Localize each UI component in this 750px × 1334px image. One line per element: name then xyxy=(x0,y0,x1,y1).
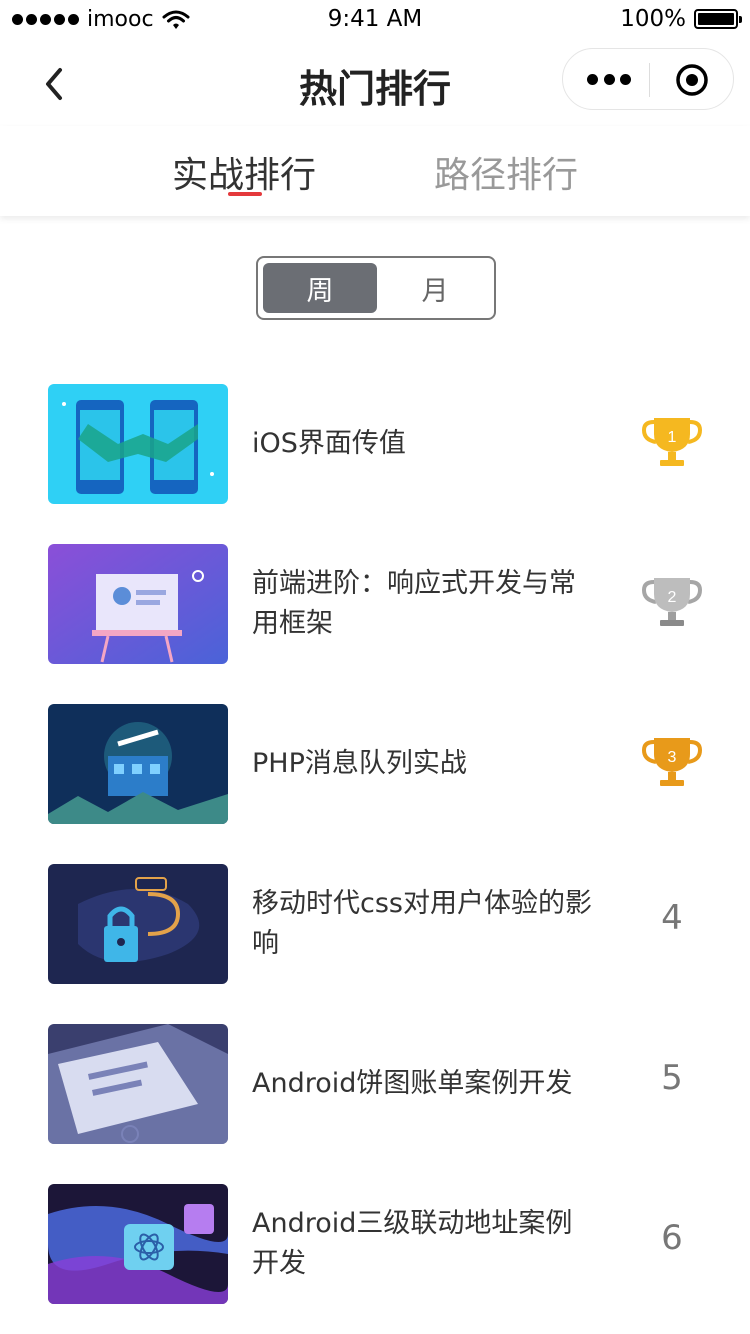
svg-text:1: 1 xyxy=(668,429,677,446)
navigation-bar: 热门排行 xyxy=(0,40,750,126)
list-item[interactable]: Android饼图账单案例开发 5 xyxy=(0,1024,750,1144)
course-thumbnail xyxy=(48,704,228,824)
list-item[interactable]: Android三级联动地址案例开发 6 xyxy=(0,1184,750,1304)
list-item[interactable]: 移动时代css对用户体验的影响 4 xyxy=(0,864,750,984)
period-option-week[interactable]: 周 xyxy=(263,263,377,313)
list-item[interactable]: iOS界面传值 1 xyxy=(0,384,750,504)
target-icon[interactable] xyxy=(675,63,709,97)
status-bar: imooc 9:41 AM 100% xyxy=(0,0,750,40)
course-thumbnail xyxy=(48,1184,228,1304)
trophy-icon: 2 xyxy=(641,578,703,626)
tab-path-ranking[interactable]: 路径排行 xyxy=(434,146,578,198)
tab-practical-ranking[interactable]: 实战排行 xyxy=(172,146,316,198)
rank-number: 5 xyxy=(661,1058,683,1098)
period-option-month[interactable]: 月 xyxy=(378,263,492,313)
course-thumbnail xyxy=(48,864,228,984)
status-right: 100% xyxy=(620,6,742,32)
course-title: iOS界面传值 xyxy=(252,428,406,459)
trophy-icon: 1 xyxy=(641,418,703,466)
more-dots-icon[interactable] xyxy=(587,67,631,91)
battery-icon xyxy=(694,9,742,29)
ranking-tabs: 实战排行 路径排行 xyxy=(0,126,750,216)
battery-percent: 100% xyxy=(620,6,686,32)
svg-text:3: 3 xyxy=(668,749,677,766)
mini-program-capsule xyxy=(562,48,734,110)
list-item[interactable]: 前端进阶：响应式开发与常用框架 2 xyxy=(0,544,750,664)
course-title: 移动时代css对用户体验的影响 xyxy=(252,888,592,959)
rank-number: 6 xyxy=(661,1218,683,1258)
course-title: 前端进阶：响应式开发与常用框架 xyxy=(252,568,576,639)
course-title: Android饼图账单案例开发 xyxy=(252,1068,573,1099)
active-tab-indicator xyxy=(228,192,262,196)
course-title: PHP消息队列实战 xyxy=(252,748,467,779)
rank-number: 4 xyxy=(661,898,683,938)
course-title: Android三级联动地址案例开发 xyxy=(252,1208,573,1279)
capsule-divider xyxy=(649,63,650,97)
trophy-icon: 3 xyxy=(641,738,703,786)
course-thumbnail xyxy=(48,544,228,664)
list-item[interactable]: PHP消息队列实战 3 xyxy=(0,704,750,824)
course-thumbnail xyxy=(48,384,228,504)
period-toggle: 周 月 xyxy=(256,256,496,320)
course-thumbnail xyxy=(48,1024,228,1144)
svg-text:2: 2 xyxy=(668,589,677,606)
